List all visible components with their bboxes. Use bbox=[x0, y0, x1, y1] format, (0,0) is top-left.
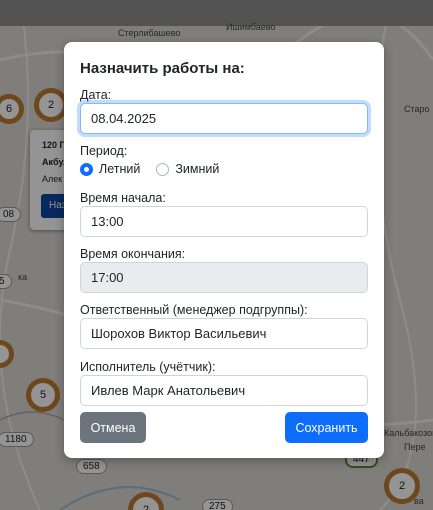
start-time-input[interactable]: 13:00 bbox=[80, 206, 368, 237]
period-winter-label: Зимний bbox=[175, 162, 220, 176]
assign-work-modal: Назначить работы на: Дата: 08.04.2025 Пе… bbox=[64, 42, 384, 458]
modal-title: Назначить работы на: bbox=[80, 60, 245, 77]
radio-checked-icon[interactable] bbox=[80, 162, 93, 176]
cancel-button[interactable]: Отмена bbox=[80, 412, 146, 443]
responsible-select[interactable]: Шорохов Виктор Васильевич bbox=[80, 318, 368, 349]
period-winter-option[interactable]: Зимний bbox=[156, 162, 219, 176]
save-button[interactable]: Сохранить bbox=[285, 412, 368, 443]
executor-label: Исполнитель (учётчик): bbox=[80, 360, 216, 374]
start-time-label: Время начала: bbox=[80, 191, 166, 205]
end-time-input: 17:00 bbox=[80, 262, 368, 293]
period-summer-option[interactable]: Летний bbox=[80, 162, 140, 176]
end-time-label: Время окончания: bbox=[80, 247, 186, 261]
radio-unchecked-icon[interactable] bbox=[156, 162, 170, 176]
period-summer-label: Летний bbox=[99, 162, 141, 176]
date-input[interactable]: 08.04.2025 bbox=[80, 103, 368, 134]
responsible-label: Ответственный (менеджер подгруппы): bbox=[80, 303, 308, 317]
period-label: Период: bbox=[80, 144, 128, 158]
date-label: Дата: bbox=[80, 88, 112, 102]
period-radio-group: Летний Зимний bbox=[80, 160, 235, 178]
executor-select[interactable]: Ивлев Марк Анатольевич bbox=[80, 375, 368, 406]
